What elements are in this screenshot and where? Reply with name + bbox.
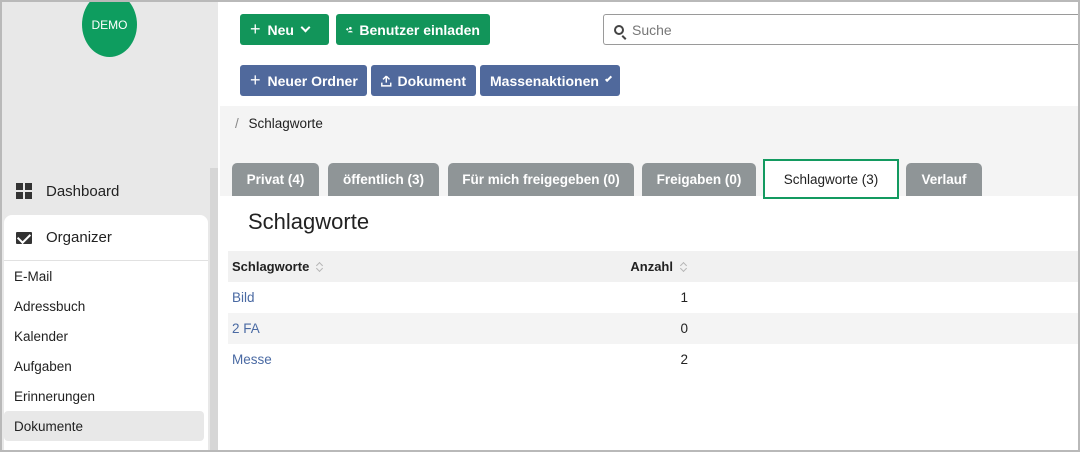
breadcrumb-separator: / (235, 116, 239, 131)
new-button-label: Neu (267, 21, 294, 38)
column-header-tag[interactable]: Schlagworte (228, 259, 608, 274)
bulk-actions-button[interactable]: Massenaktionen (480, 65, 620, 96)
plus-icon: + (250, 70, 261, 90)
table-header: Schlagworte Anzahl (228, 251, 1078, 282)
breadcrumb: / Schlagworte (235, 116, 323, 131)
tab-label: Für mich freigegeben (0) (462, 172, 620, 187)
tab-private[interactable]: Privat (4) (232, 163, 319, 196)
table-row: Bild 1 (228, 282, 1078, 313)
tag-count: 2 (680, 352, 688, 367)
sidebar-item-label: Dokumente (14, 418, 84, 434)
tab-label: Freigaben (0) (656, 172, 742, 187)
page-title: Schlagworte (248, 209, 370, 234)
new-folder-label: Neuer Ordner (267, 72, 358, 89)
plus-icon: + (250, 19, 261, 39)
add-user-icon (346, 26, 353, 33)
sidebar-item-calendar[interactable]: Kalender (4, 321, 208, 351)
tab-public[interactable]: öffentlich (3) (328, 163, 439, 196)
dashboard-icon (16, 183, 32, 199)
organizer-panel: Organizer E-Mail Adressbuch Kalender Auf… (4, 215, 208, 450)
sidebar-item-label: Adressbuch (14, 298, 86, 314)
document-label: Dokument (397, 72, 466, 89)
new-button[interactable]: + Neu (240, 14, 329, 45)
sidebar-item-organizer[interactable]: Organizer (4, 215, 208, 261)
sort-icon (680, 261, 688, 273)
upload-icon (381, 75, 392, 87)
tag-link[interactable]: Messe (232, 352, 272, 367)
tab-label: Privat (4) (246, 172, 305, 187)
table-row: 2 FA 0 (228, 313, 1078, 344)
sort-icon (316, 261, 324, 273)
tab-label: Schlagworte (3) (783, 171, 879, 187)
column-header-label: Anzahl (630, 259, 673, 274)
sidebar-item-label: Aufgaben (14, 358, 72, 374)
column-header-label: Schlagworte (232, 259, 310, 274)
search-icon (614, 24, 624, 35)
tags-table: Schlagworte Anzahl Bild 1 2 FA 0 Messe 2 (228, 251, 1078, 375)
chevron-down-icon (604, 74, 613, 83)
app-window: DEMO Dashboard Organizer E-Mail Adressbu… (0, 0, 1080, 452)
sidebar-scrollbar[interactable] (210, 168, 218, 450)
tag-count: 1 (680, 290, 688, 305)
chevron-down-icon (300, 22, 311, 33)
sidebar-item-label: Organizer (46, 229, 112, 246)
sidebar-item-label: Dashboard (46, 182, 120, 200)
sidebar-item-tasks[interactable]: Aufgaben (4, 351, 208, 381)
tab-tags[interactable]: Schlagworte (3) (763, 159, 899, 199)
search-placeholder: Suche (632, 21, 672, 38)
demo-logo[interactable]: DEMO (82, 2, 137, 57)
sidebar-item-addressbook[interactable]: Adressbuch (4, 291, 208, 321)
tab-shares[interactable]: Freigaben (0) (642, 163, 756, 196)
column-header-count[interactable]: Anzahl (608, 259, 688, 274)
sidebar-item-email[interactable]: E-Mail (4, 261, 208, 291)
new-folder-button[interactable]: + Neuer Ordner (240, 65, 367, 96)
tab-label: Verlauf (921, 172, 967, 187)
sidebar-item-reminders[interactable]: Erinnerungen (4, 381, 208, 411)
tag-link[interactable]: 2 FA (232, 321, 260, 336)
tab-shared-with-me[interactable]: Für mich freigegeben (0) (448, 163, 634, 196)
sidebar-item-label: E-Mail (14, 268, 53, 284)
logo-text: DEMO (91, 17, 128, 32)
table-row: Messe 2 (228, 344, 1078, 375)
breadcrumb-current: Schlagworte (248, 116, 323, 131)
invite-user-button[interactable]: Benutzer einladen (336, 14, 490, 45)
sidebar-item-documents[interactable]: Dokumente (4, 411, 204, 441)
sidebar: DEMO Dashboard Organizer E-Mail Adressbu… (2, 2, 218, 450)
tab-history[interactable]: Verlauf (906, 163, 982, 196)
sidebar-item-dashboard[interactable]: Dashboard (4, 169, 208, 213)
document-upload-button[interactable]: Dokument (371, 65, 476, 96)
tab-label: öffentlich (3) (343, 172, 424, 187)
tag-link[interactable]: Bild (232, 290, 255, 305)
envelope-icon (16, 231, 32, 244)
search-input[interactable]: Suche (603, 14, 1078, 45)
invite-button-label: Benutzer einladen (359, 21, 480, 38)
tag-count: 0 (680, 321, 688, 336)
bulk-actions-label: Massenaktionen (490, 72, 599, 89)
sidebar-item-label: Erinnerungen (14, 388, 96, 404)
sidebar-item-label: Kalender (14, 328, 69, 344)
